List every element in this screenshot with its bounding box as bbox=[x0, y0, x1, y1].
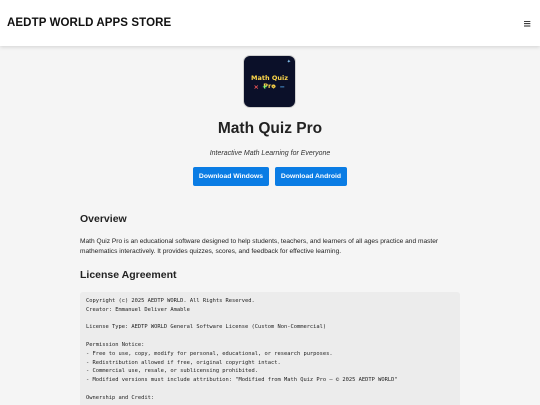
brand-title[interactable]: AEDTP WORLD APPS STORE bbox=[7, 17, 171, 29]
divide-symbol-icon: ÷ bbox=[270, 83, 277, 91]
plus-symbol-icon: + bbox=[262, 83, 269, 91]
top-navbar: AEDTP WORLD APPS STORE ≡ bbox=[0, 0, 540, 46]
main-content: ✦ Math Quiz Pro × + ÷ − Math Quiz Pro In… bbox=[0, 46, 540, 405]
times-symbol-icon: × bbox=[253, 83, 260, 91]
overview-heading: Overview bbox=[80, 213, 127, 225]
license-line: Copyright (c) 2025 AEDTP WORLD. All Righ… bbox=[86, 298, 255, 304]
license-line: - Commercial use, resale, or sublicensin… bbox=[86, 368, 259, 375]
app-tagline: Interactive Math Learning for Everyone bbox=[209, 150, 331, 157]
app-logo-icon: ✦ Math Quiz Pro × + ÷ − bbox=[244, 56, 295, 107]
license-text-box: Copyright (c) 2025 AEDTP WORLD. All Righ… bbox=[80, 292, 460, 405]
hamburger-menu-icon[interactable]: ≡ bbox=[523, 17, 531, 30]
license-line bbox=[86, 315, 454, 324]
app-title: Math Quiz Pro bbox=[217, 120, 323, 137]
overview-description: Math Quiz Pro is an educational software… bbox=[80, 238, 439, 255]
license-line: Creator: Emmanuel Deliver Amable bbox=[86, 306, 190, 313]
license-heading: License Agreement bbox=[80, 269, 177, 281]
app-logo-symbols: × + ÷ − bbox=[244, 83, 295, 91]
download-windows-button[interactable]: Download Windows bbox=[193, 167, 269, 186]
license-line bbox=[86, 385, 454, 394]
license-line: - Redistribution allowed if free, origin… bbox=[86, 359, 281, 366]
license-line: Ownership and Credit: bbox=[86, 394, 155, 401]
license-line: - Modified versions must include attribu… bbox=[86, 377, 398, 384]
download-android-button[interactable]: Download Android bbox=[275, 167, 347, 186]
license-line bbox=[86, 332, 454, 341]
sparkle-icon: ✦ bbox=[286, 59, 291, 65]
license-line: - Free to use, copy, modify for personal… bbox=[86, 350, 333, 357]
license-line: Permission Notice: bbox=[86, 341, 145, 348]
minus-symbol-icon: − bbox=[279, 83, 286, 91]
license-line: License Type: AEDTP WORLD General Softwa… bbox=[86, 324, 327, 331]
